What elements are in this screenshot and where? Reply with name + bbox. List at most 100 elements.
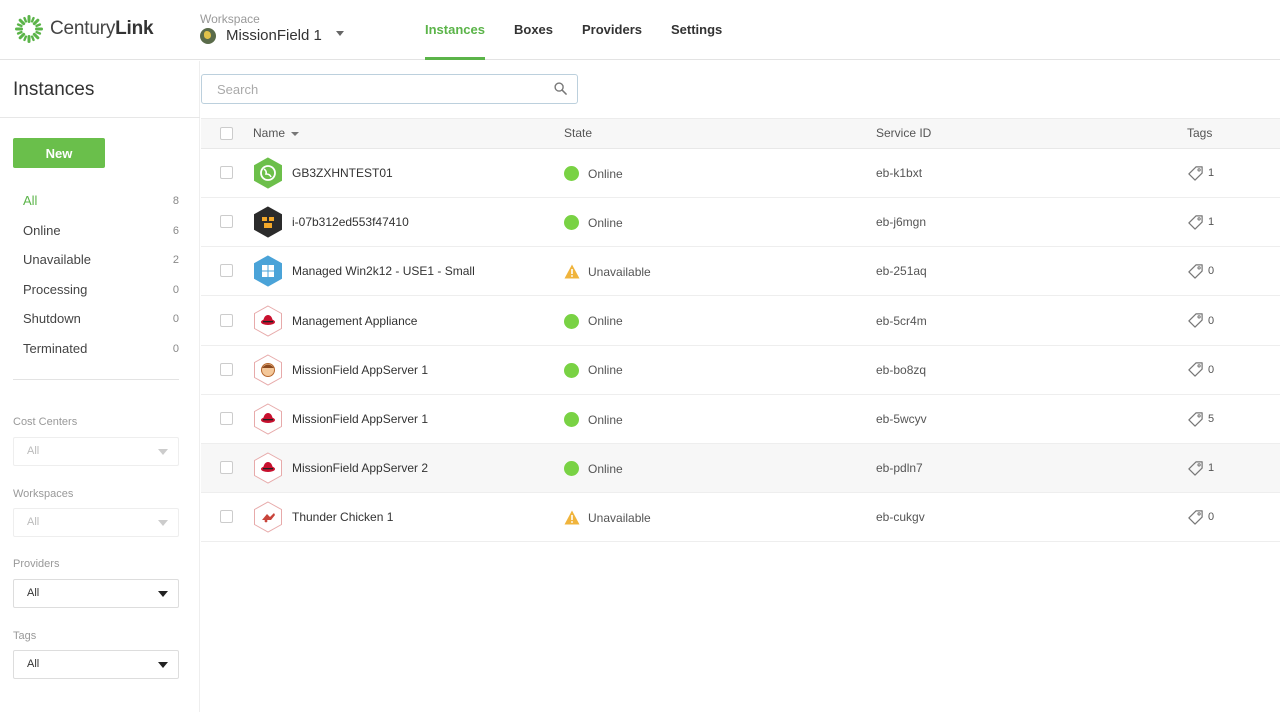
filter-online[interactable]: Online 6: [13, 219, 179, 249]
tab-providers[interactable]: Providers: [582, 0, 642, 60]
tab-boxes[interactable]: Boxes: [514, 0, 553, 60]
select-all-checkbox[interactable]: [220, 127, 233, 140]
instance-name[interactable]: Thunder Chicken 1: [292, 493, 393, 541]
service-id: eb-j6mgn: [876, 215, 927, 230]
online-status-icon: [564, 412, 579, 427]
online-status-icon: [564, 215, 579, 231]
row-checkbox[interactable]: [220, 264, 233, 278]
tags-cell[interactable]: 5: [1187, 395, 1214, 443]
instance-state: Unavailable: [564, 493, 651, 542]
sidebar: Instances New All 8 Online 6 Unavailable…: [0, 61, 200, 712]
instance-name[interactable]: Managed Win2k12 - USE1 - Small: [292, 247, 475, 295]
main-nav: Instances Boxes Providers Settings: [425, 0, 751, 60]
cost-centers-select[interactable]: All: [13, 437, 179, 466]
chevron-down-icon: [158, 449, 168, 455]
online-status-icon: [564, 313, 579, 329]
service-id: eb-251aq: [876, 264, 927, 279]
table-header: Name State Service ID Tags: [201, 118, 1280, 149]
centurylink-logo-icon: [15, 15, 43, 43]
chevron-down-icon: [158, 662, 168, 668]
filter-count: 6: [172, 224, 179, 237]
redhat-icon: [254, 305, 282, 337]
row-checkbox[interactable]: [220, 166, 233, 179]
tags-cell[interactable]: 1: [1187, 149, 1214, 197]
online-status-icon: [564, 166, 579, 181]
table-row[interactable]: MissionField AppServer 1 Online eb-5wcyv…: [201, 395, 1280, 444]
tag-count: 1: [1208, 216, 1215, 229]
service-id: eb-k1bxt: [876, 166, 923, 180]
column-header-service-id[interactable]: Service ID: [876, 119, 931, 148]
table-row[interactable]: MissionField AppServer 2 Online eb-pdln7…: [201, 444, 1280, 494]
row-checkbox[interactable]: [220, 362, 233, 376]
filter-unavailable[interactable]: Unavailable 2: [13, 248, 179, 278]
aws-icon: [254, 206, 282, 238]
tag-count: 1: [1208, 167, 1215, 179]
workspaces-select[interactable]: All: [13, 508, 179, 537]
providers-select[interactable]: All: [13, 579, 179, 608]
search-box: [201, 74, 578, 104]
row-checkbox[interactable]: [220, 461, 233, 475]
tag-icon: [1188, 411, 1203, 427]
redhat-icon: [254, 403, 282, 435]
table-row[interactable]: Management Appliance Online eb-5cr4m 0: [201, 297, 1280, 346]
state-label: Online: [588, 461, 623, 476]
state-filter-list: All 8 Online 6 Unavailable 2 Processing …: [13, 189, 179, 366]
search-input[interactable]: [202, 75, 532, 103]
workspace-selector[interactable]: Workspace MissionField 1: [200, 13, 344, 44]
instance-name[interactable]: Management Appliance: [292, 297, 417, 345]
tags-cell[interactable]: 1: [1187, 198, 1214, 246]
filter-terminated[interactable]: Terminated 0: [13, 337, 179, 367]
tag-count: 0: [1208, 511, 1215, 524]
state-label: Online: [588, 166, 623, 181]
instance-name[interactable]: i-07b312ed553f47410: [292, 198, 409, 246]
table-row[interactable]: i-07b312ed553f47410 Online eb-j6mgn 1: [201, 198, 1280, 248]
column-header-name[interactable]: Name: [253, 119, 300, 148]
table-row[interactable]: GB3ZXHNTEST01 Online eb-k1bxt 1: [201, 149, 1280, 198]
instance-state: Online: [564, 149, 623, 198]
tag-icon: [1188, 362, 1203, 378]
tab-instances[interactable]: Instances: [425, 0, 485, 60]
state-label: Unavailable: [588, 510, 651, 525]
row-checkbox[interactable]: [220, 215, 233, 229]
filter-count: 0: [172, 283, 179, 296]
table-row[interactable]: MissionField AppServer 1 Online eb-bo8zq…: [201, 346, 1280, 395]
search-icon[interactable]: [554, 82, 567, 95]
tag-icon: [1188, 460, 1203, 476]
warning-icon: [564, 264, 580, 279]
tags-cell[interactable]: 0: [1187, 346, 1214, 394]
row-checkbox[interactable]: [220, 510, 233, 524]
column-header-state[interactable]: State: [564, 119, 592, 148]
online-status-icon: [564, 362, 579, 378]
new-button[interactable]: New: [13, 138, 105, 168]
select-value: All: [27, 445, 40, 457]
filter-processing[interactable]: Processing 0: [13, 278, 179, 308]
tag-icon: [1188, 313, 1203, 328]
chevron-down-icon[interactable]: [335, 31, 344, 36]
row-checkbox[interactable]: [220, 412, 233, 425]
face-icon: [254, 354, 282, 386]
filter-label: Shutdown: [23, 311, 81, 326]
instance-name[interactable]: MissionField AppServer 1: [292, 346, 428, 394]
row-checkbox[interactable]: [220, 313, 233, 327]
tags-cell[interactable]: 0: [1187, 247, 1214, 295]
instance-name[interactable]: MissionField AppServer 2: [292, 444, 428, 492]
sort-desc-icon: [291, 131, 300, 136]
table-row[interactable]: Managed Win2k12 - USE1 - Small Unavailab…: [201, 247, 1280, 297]
instance-name[interactable]: GB3ZXHNTEST01: [292, 149, 393, 197]
select-value: All: [27, 587, 40, 599]
service-id: eb-5wcyv: [876, 412, 927, 426]
filter-shutdown[interactable]: Shutdown 0: [13, 307, 179, 337]
filter-all[interactable]: All 8: [13, 189, 179, 219]
tags-cell[interactable]: 0: [1187, 493, 1214, 541]
tab-settings[interactable]: Settings: [671, 0, 722, 60]
centurylink-logo[interactable]: CenturyLink: [14, 14, 154, 44]
tags-cell[interactable]: 1: [1187, 444, 1214, 492]
column-header-tags[interactable]: Tags: [1187, 119, 1212, 148]
filter-count: 0: [172, 313, 179, 325]
providers-label: Providers: [13, 558, 60, 570]
tags-cell[interactable]: 0: [1187, 297, 1214, 345]
instance-name[interactable]: MissionField AppServer 1: [292, 395, 428, 443]
warning-icon: [564, 510, 580, 525]
table-row[interactable]: Thunder Chicken 1 Unavailable eb-cukgv 0: [201, 493, 1280, 543]
tags-select[interactable]: All: [13, 650, 179, 679]
